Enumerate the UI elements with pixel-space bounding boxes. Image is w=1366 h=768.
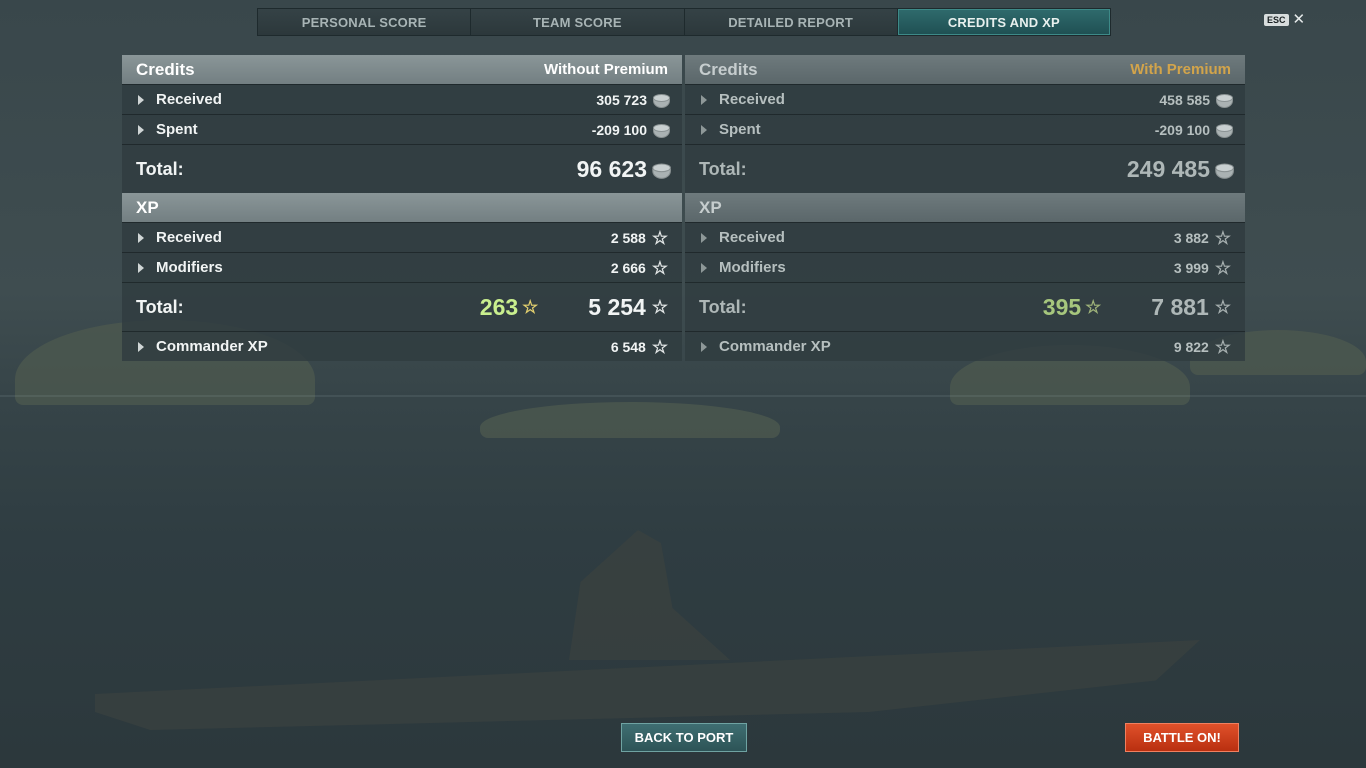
credits-spent-value: -209 100 <box>591 121 647 138</box>
tab-team-score[interactable]: TEAM SCORE <box>471 9 685 35</box>
xp-received-value: 3 882 <box>1173 229 1209 246</box>
commander-xp-row[interactable]: Commander XP 9 822 ☆ <box>685 331 1245 361</box>
total-label: Total: <box>136 158 184 179</box>
credits-total-value: 96 623 <box>576 155 647 182</box>
xp-received-value: 2 588 <box>610 229 646 246</box>
row-label: Received <box>719 229 785 246</box>
star-icon: ☆ <box>651 297 668 317</box>
xp-received-row[interactable]: Received 2 588 ☆ <box>122 222 682 252</box>
xp-total-value: 5 254 <box>588 293 646 320</box>
expand-arrow-icon <box>701 341 707 352</box>
credits-spent-row[interactable]: Spent -209 100 <box>122 114 682 144</box>
credits-spent-row[interactable]: Spent -209 100 <box>685 114 1245 144</box>
with-premium-label: With Premium <box>1130 61 1231 78</box>
battleship-hull <box>95 640 1200 730</box>
credits-received-row[interactable]: Received 458 585 <box>685 84 1245 114</box>
credits-coin-icon <box>1216 122 1233 138</box>
battleship-superstructure <box>569 530 730 660</box>
without-premium-label: Without Premium <box>543 61 668 78</box>
xp-received-row[interactable]: Received 3 882 ☆ <box>685 222 1245 252</box>
xp-title: XP <box>136 197 159 217</box>
credits-spent-value: -209 100 <box>1154 121 1210 138</box>
total-label: Total: <box>699 158 747 179</box>
expand-arrow-icon <box>138 232 144 243</box>
credits-title: Credits <box>699 59 758 79</box>
esc-key-icon: ESC <box>1264 14 1289 26</box>
credits-total-value: 249 485 <box>1126 155 1210 182</box>
expand-arrow-icon <box>138 341 144 352</box>
without-premium-panel: Credits Without Premium Received 305 723… <box>122 55 682 361</box>
row-label: Modifiers <box>719 259 786 276</box>
star-icon: ☆ <box>651 257 668 278</box>
total-label: Total: <box>136 296 184 317</box>
credits-received-row[interactable]: Received 305 723 <box>122 84 682 114</box>
xp-total-row: Total: 263 ☆ 5 254 ☆ <box>122 282 682 331</box>
credits-title: Credits <box>136 59 195 79</box>
credits-coin-icon <box>1216 92 1233 108</box>
star-icon: ☆ <box>651 336 668 357</box>
credits-received-value: 458 585 <box>1159 91 1210 108</box>
expand-arrow-icon <box>701 232 707 243</box>
xp-modifiers-value: 3 999 <box>1173 259 1209 276</box>
xp-total-row: Total: 395 ☆ 7 881 ☆ <box>685 282 1245 331</box>
star-icon: ☆ <box>1214 257 1231 278</box>
row-label: Received <box>156 229 222 246</box>
expand-arrow-icon <box>701 262 707 273</box>
commander-xp-value: 6 548 <box>610 338 646 355</box>
xp-title: XP <box>699 197 722 217</box>
with-premium-panel: Credits With Premium Received 458 585 Sp… <box>685 55 1245 361</box>
star-icon: ☆ <box>1214 336 1231 357</box>
star-icon: ☆ <box>651 227 668 248</box>
free-xp-value: 395 <box>1042 293 1082 320</box>
credits-received-value: 305 723 <box>596 91 647 108</box>
xp-modifiers-row[interactable]: Modifiers 3 999 ☆ <box>685 252 1245 282</box>
xp-header: XP <box>122 193 682 222</box>
commander-xp-row[interactable]: Commander XP 6 548 ☆ <box>122 331 682 361</box>
battle-on-button[interactable]: BATTLE ON! <box>1125 723 1239 752</box>
xp-header: XP <box>685 193 1245 222</box>
tab-detailed-report[interactable]: DETAILED REPORT <box>684 9 898 35</box>
gold-star-icon: ☆ <box>522 297 539 317</box>
close-button[interactable]: ESC ✕ <box>1264 11 1306 28</box>
total-label: Total: <box>699 296 747 317</box>
commander-xp-value: 9 822 <box>1173 338 1209 355</box>
expand-arrow-icon <box>138 94 144 105</box>
island-center <box>480 402 780 438</box>
row-label: Spent <box>156 121 198 138</box>
xp-modifiers-row[interactable]: Modifiers 2 666 ☆ <box>122 252 682 282</box>
row-label: Commander XP <box>156 338 268 355</box>
gold-star-icon: ☆ <box>1085 297 1102 317</box>
back-to-port-button[interactable]: BACK TO PORT <box>621 723 747 752</box>
row-label: Modifiers <box>156 259 223 276</box>
credits-header: Credits With Premium <box>685 55 1245 84</box>
credits-coin-icon <box>1215 161 1234 179</box>
expand-arrow-icon <box>138 124 144 135</box>
row-label: Received <box>156 91 222 108</box>
xp-total-value: 7 881 <box>1151 293 1209 320</box>
credits-header: Credits Without Premium <box>122 55 682 84</box>
star-icon: ☆ <box>1214 227 1231 248</box>
result-tabs: PERSONAL SCORE TEAM SCORE DETAILED REPOR… <box>257 8 1111 36</box>
row-label: Received <box>719 91 785 108</box>
tab-personal-score[interactable]: PERSONAL SCORE <box>258 9 472 35</box>
close-icon: ✕ <box>1292 11 1306 28</box>
credits-total-row: Total: 96 623 <box>122 144 682 193</box>
credits-coin-icon <box>653 92 670 108</box>
horizon-line <box>0 395 1366 397</box>
free-xp-value: 263 <box>479 293 519 320</box>
row-label: Commander XP <box>719 338 831 355</box>
credits-coin-icon <box>653 122 670 138</box>
xp-modifiers-value: 2 666 <box>610 259 646 276</box>
tab-credits-and-xp[interactable]: CREDITS AND XP <box>897 9 1110 35</box>
expand-arrow-icon <box>701 124 707 135</box>
expand-arrow-icon <box>701 94 707 105</box>
expand-arrow-icon <box>138 262 144 273</box>
credits-coin-icon <box>652 161 671 179</box>
credits-total-row: Total: 249 485 <box>685 144 1245 193</box>
star-icon: ☆ <box>1214 297 1231 317</box>
row-label: Spent <box>719 121 761 138</box>
